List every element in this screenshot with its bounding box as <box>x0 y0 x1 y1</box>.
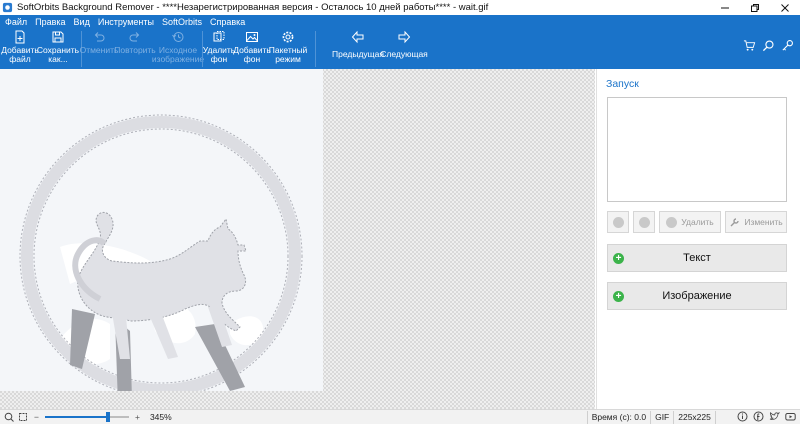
title-bar: SoftOrbits Background Remover - ****Неза… <box>0 0 800 15</box>
arrow-up-icon <box>612 216 624 228</box>
arrow-left-icon <box>351 30 364 44</box>
menu-softorbits[interactable]: SoftOrbits <box>162 17 202 27</box>
search-icon[interactable] <box>762 39 775 52</box>
ribbon: Файл Правка Вид Инструменты SoftOrbits С… <box>0 15 800 69</box>
redo-label: Повторить <box>114 45 156 55</box>
fit-icon[interactable] <box>18 412 28 422</box>
plus-icon: + <box>613 291 624 302</box>
zoom-value: 345% <box>149 412 172 422</box>
close-button[interactable] <box>770 0 800 15</box>
undo-label: Отменить <box>79 45 119 55</box>
twitter-icon[interactable] <box>769 411 780 422</box>
close-icon <box>781 3 789 12</box>
layer-list[interactable] <box>607 97 787 202</box>
menu-bar: Файл Правка Вид Инструменты SoftOrbits С… <box>0 15 253 29</box>
add-file-icon <box>15 30 25 44</box>
canvas-area[interactable] <box>0 69 595 409</box>
source-image[interactable] <box>0 69 323 391</box>
restore-icon <box>751 3 759 12</box>
remove-bg-icon <box>213 31 225 42</box>
redo-icon <box>129 32 140 42</box>
previous-button[interactable]: Предыдущая <box>332 29 384 69</box>
arrow-down-icon <box>638 216 650 228</box>
move-up-button[interactable] <box>607 211 629 233</box>
next-label: Следующая <box>380 49 428 59</box>
minimize-icon <box>721 7 729 8</box>
key-icon[interactable] <box>781 39 794 52</box>
facebook-icon[interactable] <box>753 411 764 422</box>
panel-title: Запуск <box>606 78 639 90</box>
batch-mode-button[interactable]: Пакетный режим <box>269 29 307 69</box>
previous-label: Предыдущая <box>332 49 384 59</box>
menu-edit[interactable]: Правка <box>35 17 65 27</box>
minimize-button[interactable] <box>710 0 740 15</box>
zoom-slider[interactable] <box>44 412 129 422</box>
edit-button[interactable]: Изменить <box>725 211 787 233</box>
original-image-button[interactable]: Исходное изображение <box>151 29 205 69</box>
cat-logo-image <box>19 114 303 391</box>
move-down-button[interactable] <box>633 211 655 233</box>
original-image-label: Исходное изображение <box>151 45 205 64</box>
remove-bg-label: Удалить фон <box>202 45 236 64</box>
arrow-right-icon <box>398 30 411 44</box>
batch-mode-label: Пакетный режим <box>268 45 308 64</box>
menu-tools[interactable]: Инструменты <box>98 17 154 27</box>
gear-icon <box>282 31 294 43</box>
restore-button[interactable] <box>740 0 770 15</box>
menu-help[interactable]: Справка <box>210 17 245 27</box>
status-divider <box>650 410 652 424</box>
cart-icon[interactable] <box>743 39 756 52</box>
image-size: 225x225 <box>678 412 711 422</box>
toolbar: Добавить файл Сохранить как... Отменить … <box>0 29 800 69</box>
minus-icon <box>666 216 678 228</box>
add-image-button[interactable]: + Изображение <box>607 282 787 310</box>
zoom-slider-thumb[interactable] <box>105 412 110 422</box>
zoom-in-icon[interactable] <box>4 412 14 422</box>
delete-label: Удалить <box>681 217 714 227</box>
next-button[interactable]: Следующая <box>380 29 428 69</box>
info-icon[interactable] <box>737 411 748 422</box>
app-icon <box>2 2 13 13</box>
undo-button[interactable]: Отменить <box>79 29 119 69</box>
add-bg-button[interactable]: Добавить фон <box>233 29 271 69</box>
save-icon <box>52 31 64 43</box>
zoom-slider-fill <box>44 416 108 418</box>
zoom-out-button[interactable]: − <box>34 412 39 422</box>
add-bg-label: Добавить фон <box>233 45 271 64</box>
remove-bg-button[interactable]: Удалить фон <box>203 29 235 69</box>
youtube-icon[interactable] <box>785 411 796 422</box>
add-file-label: Добавить файл <box>1 45 39 64</box>
plus-icon: + <box>613 253 624 264</box>
zoom-in-button[interactable]: + <box>135 412 140 422</box>
edit-label: Изменить <box>744 217 783 227</box>
redo-button[interactable]: Повторить <box>114 29 156 69</box>
status-divider <box>586 410 588 424</box>
processing-time: Время (с): 0.0 <box>591 412 647 422</box>
add-bg-icon <box>246 32 258 42</box>
save-as-label: Сохранить как... <box>36 45 80 64</box>
menu-file[interactable]: Файл <box>5 17 27 27</box>
save-as-button[interactable]: Сохранить как... <box>36 29 80 69</box>
add-text-label: Текст <box>683 252 711 264</box>
add-file-button[interactable]: Добавить файл <box>1 29 39 69</box>
delete-button[interactable]: Удалить <box>659 211 721 233</box>
add-image-label: Изображение <box>662 290 732 302</box>
menu-view[interactable]: Вид <box>74 17 90 27</box>
wrench-icon <box>730 217 740 226</box>
undo-icon <box>94 32 105 42</box>
status-bar: − + 345% Время (с): 0.0 GIF 225x225 <box>0 409 800 424</box>
toolbar-divider <box>315 31 316 67</box>
add-text-button[interactable]: + Текст <box>607 244 787 272</box>
history-icon <box>172 32 184 42</box>
side-panel: Запуск Удалить Изменить + Текст + Изобра… <box>596 69 800 409</box>
status-divider <box>714 410 716 424</box>
image-format: GIF <box>655 412 670 422</box>
window-title: SoftOrbits Background Remover - ****Неза… <box>17 2 489 13</box>
status-divider <box>673 410 675 424</box>
